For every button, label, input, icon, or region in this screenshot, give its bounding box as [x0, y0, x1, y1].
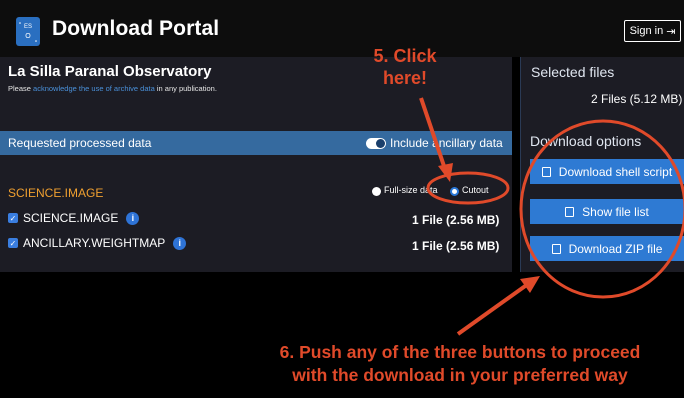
notice-suffix: in any publication.: [154, 84, 217, 93]
step6-annotation: 6. Push any of the three buttons to proc…: [236, 341, 684, 387]
file-row: ✓ SCIENCE.IMAGE i: [8, 211, 140, 225]
file-size: 1 File (2.56 MB): [412, 213, 500, 227]
download-options-title: Download options: [530, 133, 642, 149]
step5-annotation: 5. Click here!: [350, 45, 460, 89]
selected-files-title: Selected files: [531, 64, 615, 80]
include-ancillary-toggle[interactable]: [366, 138, 386, 149]
step6-arrow: [456, 282, 530, 336]
list-icon: [565, 206, 575, 217]
eso-logo[interactable]: ES O: [16, 17, 40, 46]
checkbox-checked-icon[interactable]: ✓: [8, 213, 18, 223]
portal-title: Download Portal: [52, 17, 220, 40]
file-row: ✓ ANCILLARY.WEIGHTMAP i: [8, 236, 187, 250]
svg-text:O: O: [25, 33, 31, 40]
checkbox-checked-icon[interactable]: ✓: [8, 238, 18, 248]
dataset-heading: SCIENCE.IMAGE: [8, 186, 104, 200]
sign-in-label: Sign in: [629, 25, 664, 37]
step6-arrowhead: [520, 276, 540, 293]
selected-files-count: 2 Files (5.12 MB): [591, 92, 683, 106]
info-icon[interactable]: i: [126, 211, 140, 225]
info-icon[interactable]: i: [173, 236, 187, 250]
observatory-title: La Silla Paranal Observatory: [8, 63, 212, 80]
download-zip-button[interactable]: Download ZIP file: [530, 236, 684, 261]
step5-line1: 5. Click: [373, 46, 437, 66]
show-file-list-button[interactable]: Show file list: [530, 199, 684, 224]
include-ancillary-label: Include ancillary data: [390, 136, 503, 150]
file-size: 1 File (2.56 MB): [412, 239, 500, 253]
download-shell-script-button[interactable]: Download shell script: [530, 159, 684, 184]
full-size-label: Full-size data: [384, 185, 438, 195]
sign-in-icon: ⇥: [666, 25, 676, 38]
cutout-radio[interactable]: [450, 187, 459, 196]
button-label: Download ZIP file: [568, 241, 663, 256]
sign-in-button[interactable]: Sign in ⇥: [624, 20, 681, 42]
step6-line1: 6. Push any of the three buttons to proc…: [279, 342, 641, 362]
observatory-notice: Please acknowledge the use of archive da…: [8, 84, 217, 93]
acknowledge-link[interactable]: acknowledge the use of archive data: [33, 84, 155, 93]
button-label: Show file list: [582, 204, 649, 219]
requested-data-label: Requested processed data: [8, 136, 152, 150]
cutout-label: Cutout: [462, 185, 489, 195]
step6-line2: with the download in your preferred way: [292, 365, 628, 385]
file-code-icon: [541, 166, 551, 177]
file-name: ANCILLARY.WEIGHTMAP: [23, 236, 166, 250]
file-name: SCIENCE.IMAGE: [23, 211, 119, 225]
step5-line2: here!: [382, 68, 427, 88]
button-label: Download shell script: [558, 164, 673, 179]
full-size-radio[interactable]: [372, 187, 381, 196]
notice-prefix: Please: [8, 84, 34, 93]
svg-text:ES: ES: [24, 24, 32, 30]
file-zip-icon: [551, 243, 561, 254]
toggle-knob: [376, 139, 385, 148]
